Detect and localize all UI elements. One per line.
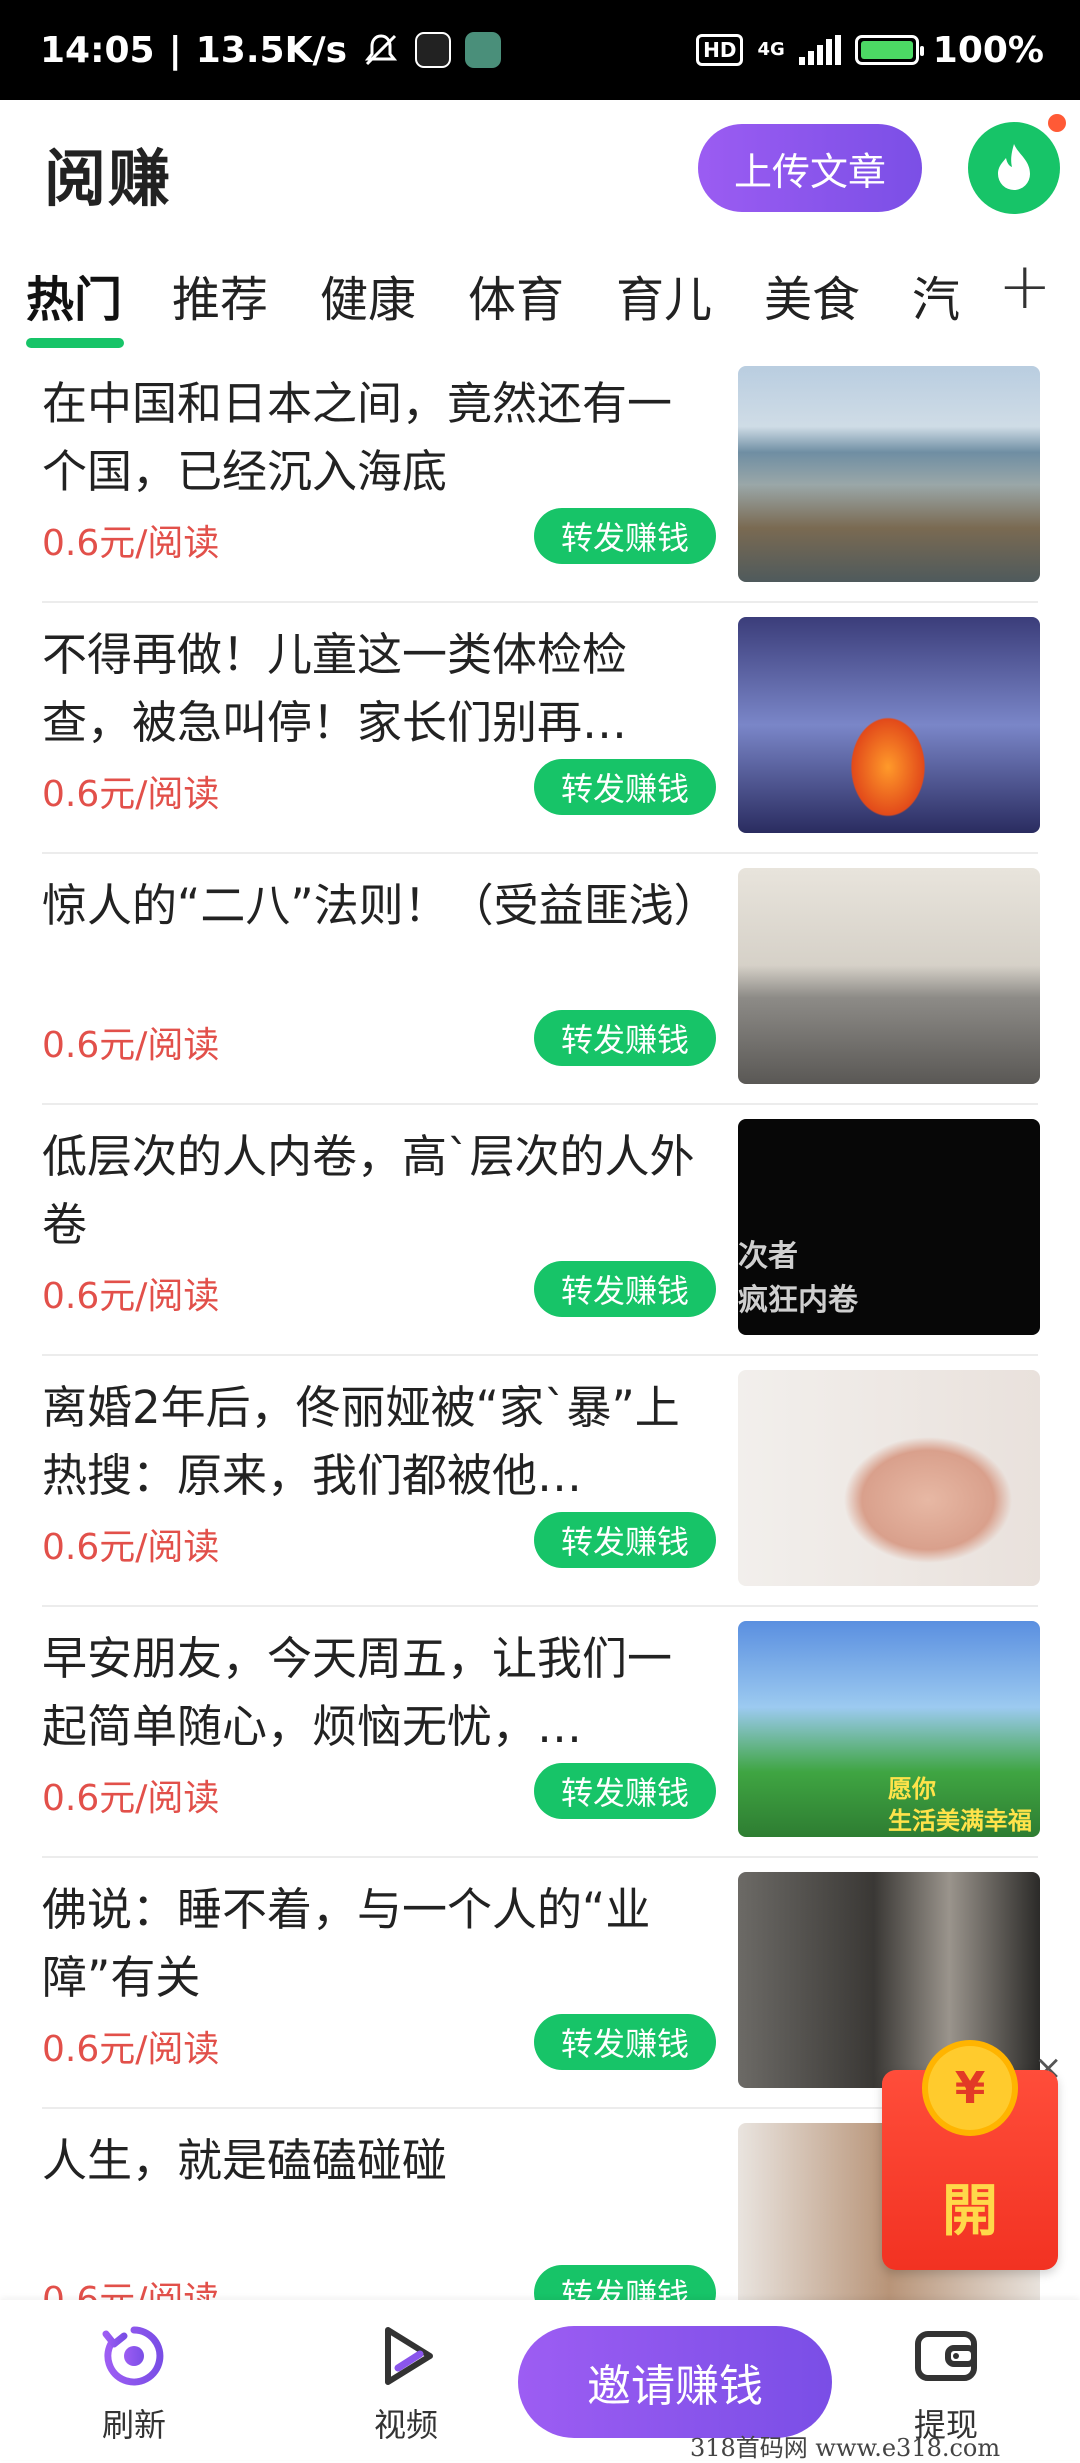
nav-refresh-label: 刷新 bbox=[101, 2406, 166, 2444]
status-separator: | bbox=[168, 29, 182, 71]
nav-video-label: 视频 bbox=[373, 2406, 438, 2444]
share-earn-button[interactable]: 转发赚钱 bbox=[534, 2265, 716, 2300]
battery-icon bbox=[854, 35, 924, 65]
article-thumbnail: 次者 疯狂内卷 bbox=[738, 1119, 1040, 1335]
article-price: 0.6元/阅读 bbox=[42, 523, 220, 564]
hot-button[interactable] bbox=[968, 122, 1060, 214]
hd-icon: HD bbox=[696, 34, 744, 66]
tab-health[interactable]: 健康 bbox=[320, 260, 416, 330]
tab-auto[interactable]: 汽 bbox=[912, 260, 960, 330]
share-earn-button[interactable]: 转发赚钱 bbox=[534, 1261, 716, 1317]
mute-icon bbox=[364, 34, 398, 66]
article-title: 离婚2年后，佟丽娅被“家`暴”上热搜：原来，我们都被他… bbox=[42, 1381, 680, 1502]
tab-food[interactable]: 美食 bbox=[764, 260, 860, 330]
app-avatar-icon bbox=[465, 32, 502, 68]
article-thumbnail bbox=[738, 868, 1040, 1084]
thumbnail-caption: 次者 bbox=[738, 1239, 798, 1274]
list-item[interactable]: 惊人的“二八”法则！（受益匪浅） 0.6元/阅读 转发赚钱 bbox=[0, 854, 1080, 1105]
coin-icon: ¥ bbox=[922, 2040, 1018, 2136]
article-thumbnail bbox=[738, 617, 1040, 833]
article-price: 0.6元/阅读 bbox=[42, 1778, 220, 1819]
article-title: 人生，就是磕磕碰碰 bbox=[42, 2134, 448, 2187]
article-price: 0.6元/阅读 bbox=[42, 1025, 220, 1066]
article-price: 0.6元/阅读 bbox=[42, 2271, 219, 2300]
article-title: 低层次的人内卷，高`层次的人外卷 bbox=[42, 1130, 695, 1251]
signal-icon bbox=[798, 35, 841, 65]
status-time: 14:05 bbox=[40, 29, 155, 71]
share-earn-button[interactable]: 转发赚钱 bbox=[534, 1512, 716, 1568]
article-title: 不得再做！儿童这一类体检检查，被急叫停！家长们别再… bbox=[42, 628, 628, 749]
share-earn-button[interactable]: 转发赚钱 bbox=[534, 1010, 716, 1066]
app-header: 阅赚 上传文章 bbox=[0, 100, 1080, 240]
article-thumbnail: 愿你 生活美满幸福 bbox=[738, 1621, 1040, 1837]
article-title: 早安朋友，今天周五，让我们一起简单随心，烦恼无忧，… bbox=[42, 1632, 673, 1753]
nav-video[interactable]: 视频 bbox=[346, 2320, 466, 2446]
list-item[interactable]: 在中国和日本之间，竟然还有一个国，已经沉入海底 0.6元/阅读 转发赚钱 bbox=[0, 352, 1080, 603]
article-price: 0.6元/阅读 bbox=[42, 1527, 220, 1568]
tiktok-icon bbox=[415, 32, 452, 68]
refresh-icon bbox=[102, 2326, 164, 2386]
network-type: 4G bbox=[757, 39, 785, 60]
tab-hot[interactable]: 热门 bbox=[26, 260, 122, 330]
notification-dot bbox=[1048, 114, 1066, 132]
article-title: 佛说：睡不着，与一个人的“业障”有关 bbox=[42, 1883, 651, 2004]
red-packet-button[interactable]: ¥ 開 bbox=[882, 2040, 1058, 2270]
upload-article-button[interactable]: 上传文章 bbox=[698, 124, 922, 212]
share-earn-button[interactable]: 转发赚钱 bbox=[534, 508, 716, 564]
wallet-icon bbox=[915, 2331, 977, 2381]
article-thumbnail bbox=[738, 366, 1040, 582]
tab-parenting[interactable]: 育儿 bbox=[616, 260, 712, 330]
active-tab-indicator bbox=[26, 338, 124, 348]
list-item[interactable]: 低层次的人内卷，高`层次的人外卷 0.6元/阅读 转发赚钱 次者 疯狂内卷 bbox=[0, 1105, 1080, 1356]
nav-refresh[interactable]: 刷新 bbox=[74, 2320, 194, 2446]
app-title: 阅赚 bbox=[44, 142, 173, 215]
tab-recommend[interactable]: 推荐 bbox=[172, 260, 268, 330]
article-price: 0.6元/阅读 bbox=[42, 2029, 220, 2070]
article-list: 在中国和日本之间，竟然还有一个国，已经沉入海底 0.6元/阅读 转发赚钱 不得再… bbox=[0, 352, 1080, 2300]
share-earn-button[interactable]: 转发赚钱 bbox=[534, 759, 716, 815]
bottom-nav: 刷新 视频 邀请赚钱 提现 318首码网 www.e318.com bbox=[0, 2300, 1080, 2462]
thumbnail-caption: 生活美满幸福 bbox=[888, 1807, 1032, 1835]
battery-level: 100% bbox=[932, 29, 1044, 71]
list-item[interactable]: 早安朋友，今天周五，让我们一起简单随心，烦恼无忧，… 0.6元/阅读 转发赚钱 … bbox=[0, 1607, 1080, 1858]
article-price: 0.6元/阅读 bbox=[42, 774, 220, 815]
list-item[interactable]: 离婚2年后，佟丽娅被“家`暴”上热搜：原来，我们都被他… 0.6元/阅读 转发赚… bbox=[0, 1356, 1080, 1607]
list-item[interactable]: 不得再做！儿童这一类体检检查，被急叫停！家长们别再… 0.6元/阅读 转发赚钱 bbox=[0, 603, 1080, 854]
flame-icon bbox=[998, 144, 1030, 190]
red-packet-label: 開 bbox=[942, 2179, 998, 2244]
play-icon bbox=[385, 2327, 433, 2385]
share-earn-button[interactable]: 转发赚钱 bbox=[534, 2014, 716, 2070]
add-tab-icon[interactable]: + bbox=[998, 250, 1052, 324]
share-earn-button[interactable]: 转发赚钱 bbox=[534, 1763, 716, 1819]
article-title: 惊人的“二八”法则！（受益匪浅） bbox=[42, 879, 710, 932]
tab-sports[interactable]: 体育 bbox=[468, 260, 564, 330]
invite-earn-button[interactable]: 邀请赚钱 bbox=[518, 2326, 832, 2438]
status-left: 14:05 | 13.5K/s bbox=[40, 0, 502, 100]
status-bar: 14:05 | 13.5K/s HD 4G 100% bbox=[0, 0, 1080, 100]
thumbnail-caption: 愿你 bbox=[888, 1775, 936, 1803]
status-speed: 13.5K/s bbox=[195, 29, 348, 71]
article-thumbnail bbox=[738, 1370, 1040, 1586]
thumbnail-caption: 疯狂内卷 bbox=[738, 1283, 858, 1318]
article-title: 在中国和日本之间，竟然还有一个国，已经沉入海底 bbox=[42, 377, 673, 498]
article-price: 0.6元/阅读 bbox=[42, 1276, 220, 1317]
watermark: 318首码网 www.e318.com bbox=[690, 2434, 1001, 2462]
status-right: HD 4G 100% bbox=[696, 0, 1044, 100]
category-tabs: 热门 推荐 健康 体育 育儿 美食 汽 + bbox=[0, 240, 1080, 352]
